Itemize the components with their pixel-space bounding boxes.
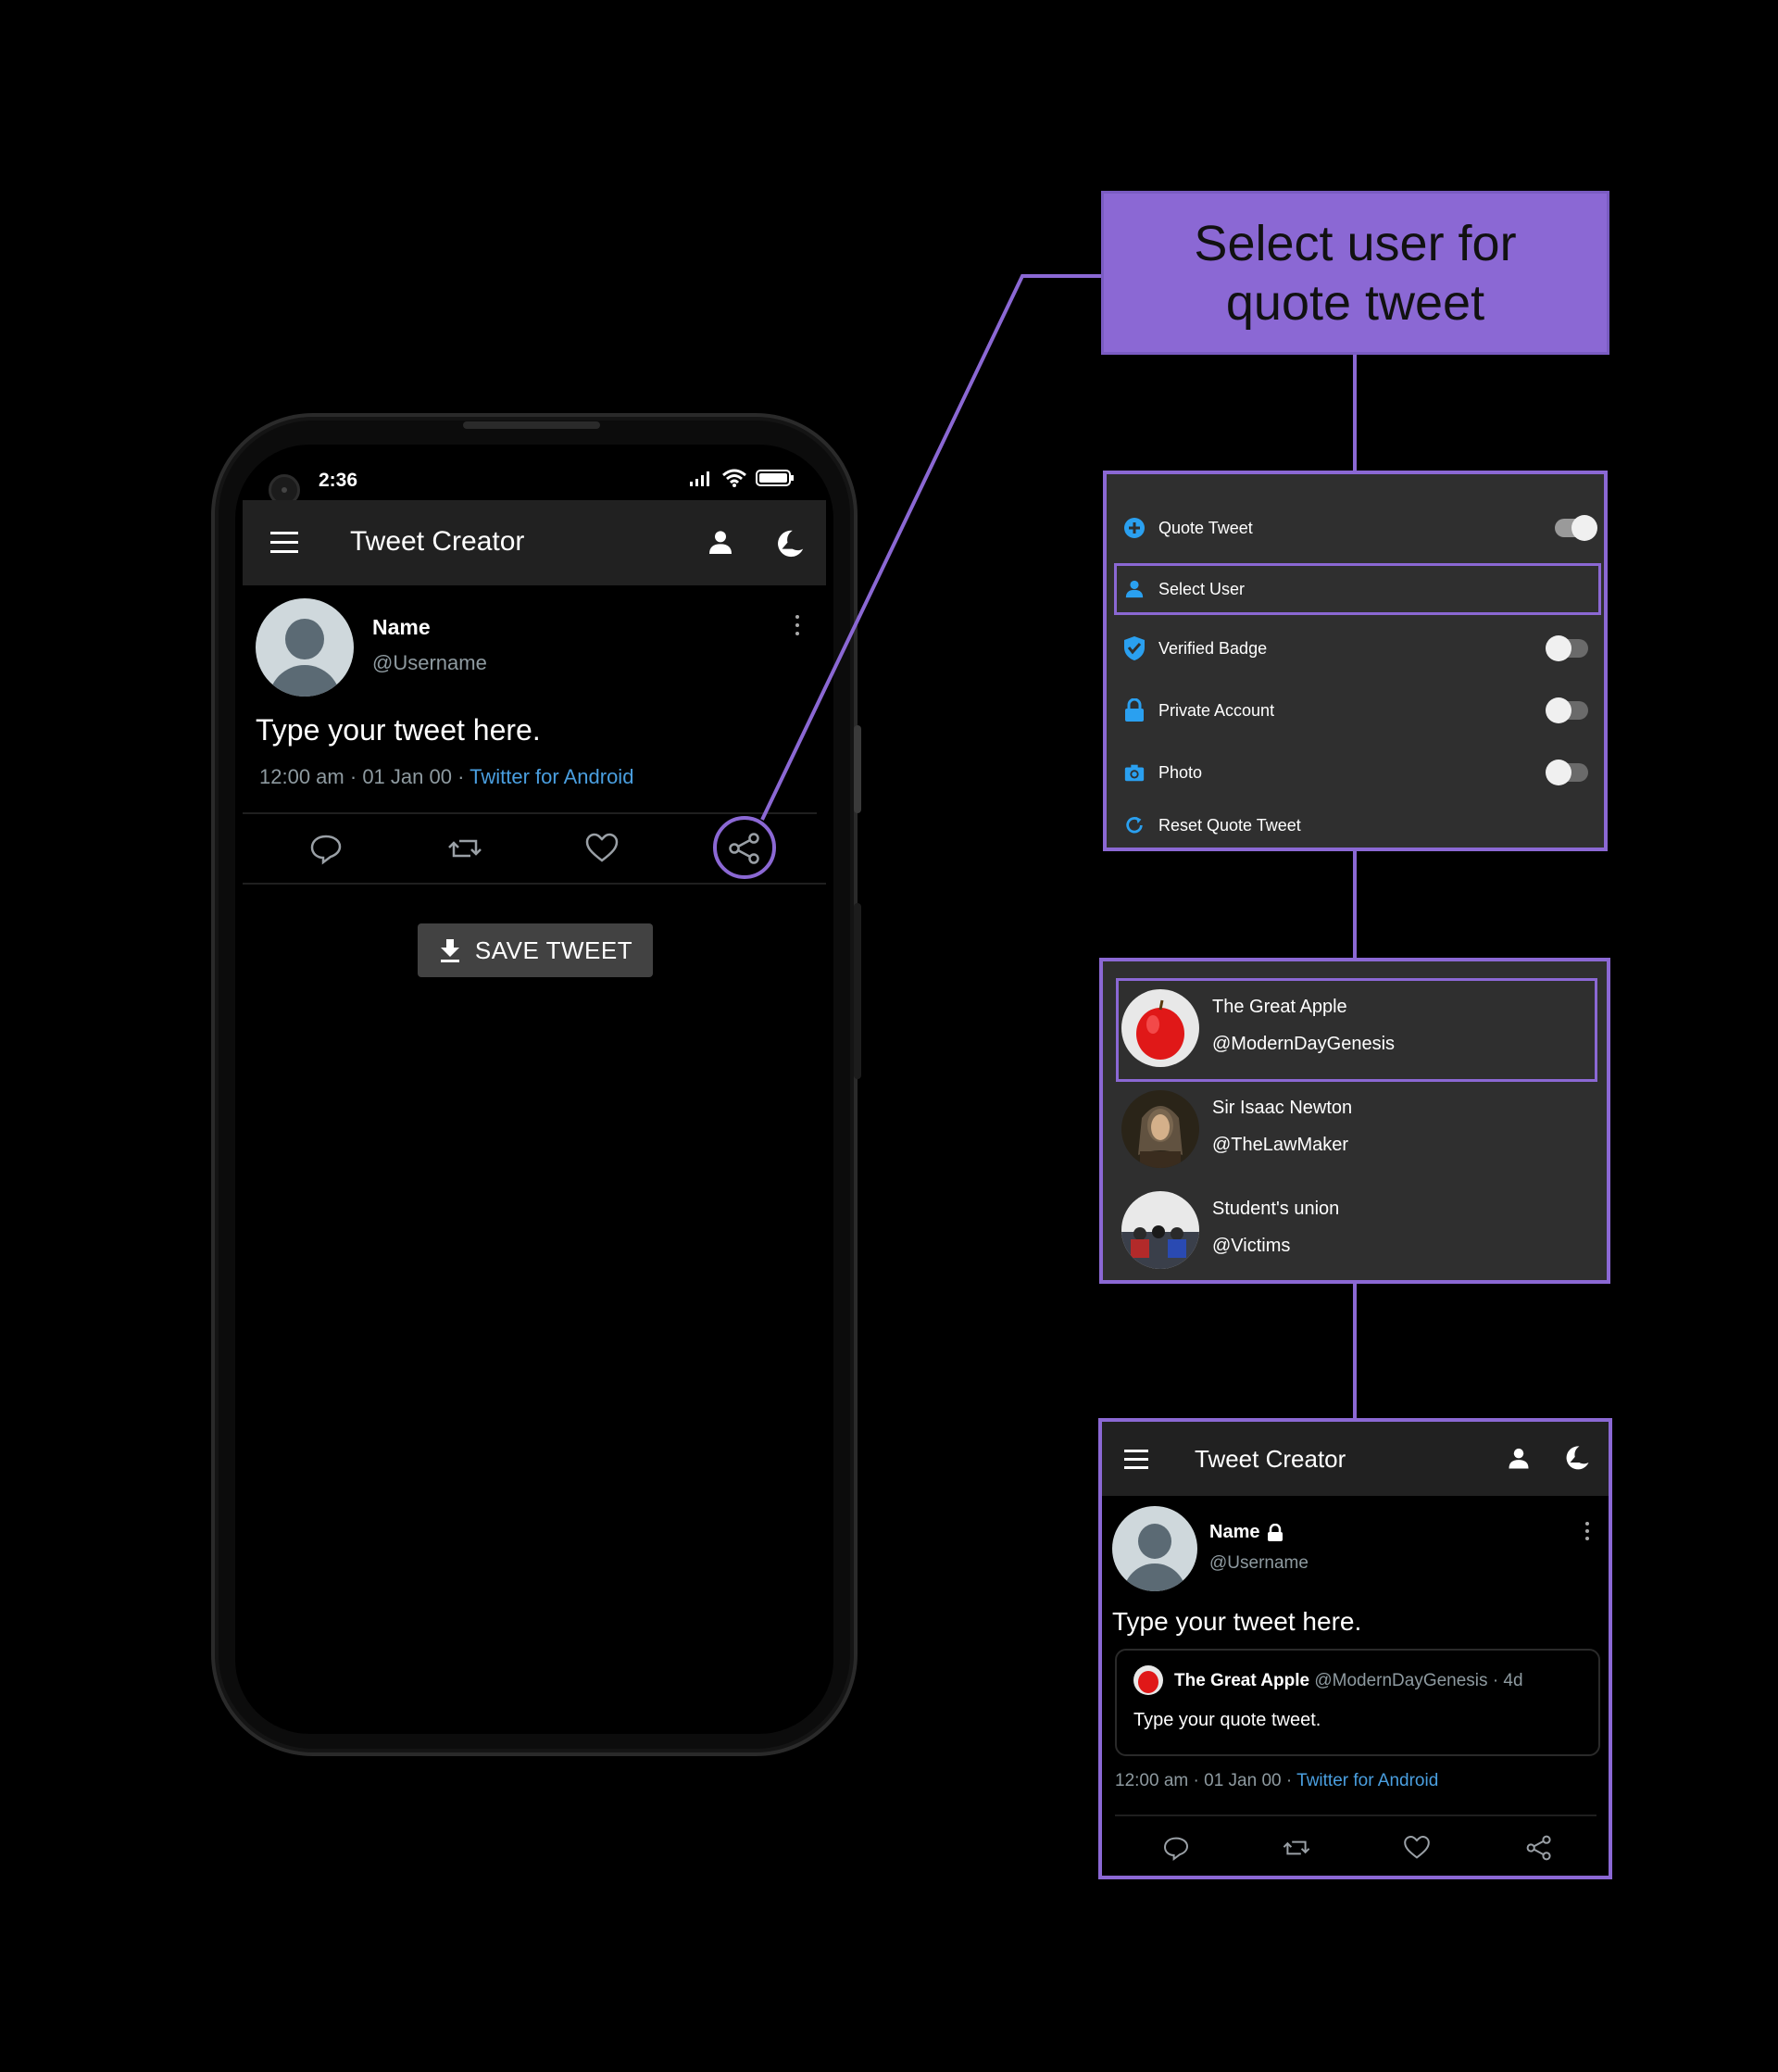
camera-add-icon xyxy=(1123,761,1146,784)
private-account-row[interactable]: Private Account xyxy=(1123,692,1274,729)
quote-settings-panel: Quote Tweet Select User Verified Badge P… xyxy=(1103,471,1608,851)
newton-avatar xyxy=(1121,1090,1199,1168)
result-preview-panel: Tweet Creator Name @Username Type your t… xyxy=(1098,1418,1612,1879)
quote-tweet-toggle[interactable] xyxy=(1555,515,1597,541)
meta-separator: · xyxy=(1285,1771,1293,1790)
person-icon xyxy=(1123,578,1146,600)
tweet-date: 01 Jan 00 xyxy=(1204,1771,1282,1790)
lock-icon xyxy=(1123,698,1146,722)
person-icon[interactable] xyxy=(1506,1446,1532,1472)
verified-shield-icon xyxy=(1123,636,1146,660)
photo-toggle[interactable] xyxy=(1546,760,1588,785)
dark-mode-icon[interactable] xyxy=(1563,1444,1591,1472)
reply-icon[interactable] xyxy=(1161,1833,1191,1863)
tweet-name-row[interactable]: Name xyxy=(1209,1522,1283,1543)
quote-handle: @ModernDayGenesis xyxy=(1314,1671,1488,1690)
quote-age: · 4d xyxy=(1492,1671,1523,1690)
tweet-meta[interactable]: 12:00 am · 01 Jan 00 · Twitter for Andro… xyxy=(1115,1771,1438,1791)
lock-icon xyxy=(1268,1523,1283,1541)
tweet-source[interactable]: Twitter for Android xyxy=(1296,1771,1438,1790)
more-options-icon[interactable] xyxy=(1585,1522,1589,1540)
tweet-name: Name xyxy=(1209,1522,1260,1542)
refresh-icon xyxy=(1123,814,1146,836)
app-title: Tweet Creator xyxy=(1195,1445,1346,1473)
students-avatar xyxy=(1121,1191,1199,1269)
tweet-text[interactable]: Type your tweet here. xyxy=(1112,1607,1361,1637)
quote-text: Type your quote tweet. xyxy=(1133,1710,1321,1730)
select-user-row[interactable]: Select User xyxy=(1123,571,1245,608)
verified-badge-row[interactable]: Verified Badge xyxy=(1123,630,1267,667)
callout-box: Select user for quote tweet xyxy=(1101,191,1609,355)
quote-tweet-label: Quote Tweet xyxy=(1158,518,1253,537)
avatar[interactable] xyxy=(1112,1506,1197,1591)
menu-icon[interactable] xyxy=(1124,1450,1148,1469)
user-name: Sir Isaac Newton xyxy=(1212,1098,1353,1118)
quote-header: The Great Apple @ModernDayGenesis · 4d xyxy=(1174,1671,1523,1691)
app-bar xyxy=(1102,1422,1609,1496)
verified-badge-toggle[interactable] xyxy=(1546,635,1588,661)
verified-badge-label: Verified Badge xyxy=(1158,638,1268,658)
apple-avatar xyxy=(1121,989,1199,1067)
reset-quote-tweet-row[interactable]: Reset Quote Tweet xyxy=(1123,807,1301,844)
quote-name: The Great Apple xyxy=(1174,1671,1310,1690)
private-account-label: Private Account xyxy=(1158,700,1275,720)
list-item[interactable]: Student's union @Victims xyxy=(1121,1182,1603,1276)
quote-tweet-card[interactable]: The Great Apple @ModernDayGenesis · 4d T… xyxy=(1115,1649,1600,1756)
apple-avatar xyxy=(1133,1665,1163,1695)
tweet-time: 12:00 am xyxy=(1115,1771,1189,1790)
add-circle-icon xyxy=(1123,517,1146,539)
like-icon[interactable] xyxy=(1402,1833,1432,1863)
meta-separator: · xyxy=(1193,1771,1199,1790)
list-item[interactable]: Sir Isaac Newton @TheLawMaker xyxy=(1121,1081,1603,1175)
user-name: The Great Apple xyxy=(1212,997,1347,1017)
list-item[interactable]: The Great Apple @ModernDayGenesis xyxy=(1121,980,1603,1074)
quote-tweet-row[interactable]: Quote Tweet xyxy=(1123,509,1253,546)
photo-row[interactable]: Photo xyxy=(1123,754,1202,791)
user-handle: @TheLawMaker xyxy=(1212,1135,1349,1155)
select-user-label: Select User xyxy=(1158,579,1246,598)
user-handle: @ModernDayGenesis xyxy=(1212,1034,1396,1054)
callout-line-1: Select user for xyxy=(1194,215,1517,271)
private-account-toggle[interactable] xyxy=(1546,697,1588,723)
user-handle: @Victims xyxy=(1212,1236,1291,1256)
user-list-panel: The Great Apple @ModernDayGenesis Sir Is… xyxy=(1099,958,1610,1284)
retweet-icon[interactable] xyxy=(1282,1833,1311,1863)
reset-quote-tweet-label: Reset Quote Tweet xyxy=(1158,815,1301,835)
share-icon[interactable] xyxy=(1524,1833,1554,1863)
divider xyxy=(1115,1815,1596,1816)
callout-line-2: quote tweet xyxy=(1225,274,1485,331)
photo-label: Photo xyxy=(1158,762,1203,782)
user-name: Student's union xyxy=(1212,1199,1340,1219)
tweet-username[interactable]: @Username xyxy=(1209,1553,1308,1574)
